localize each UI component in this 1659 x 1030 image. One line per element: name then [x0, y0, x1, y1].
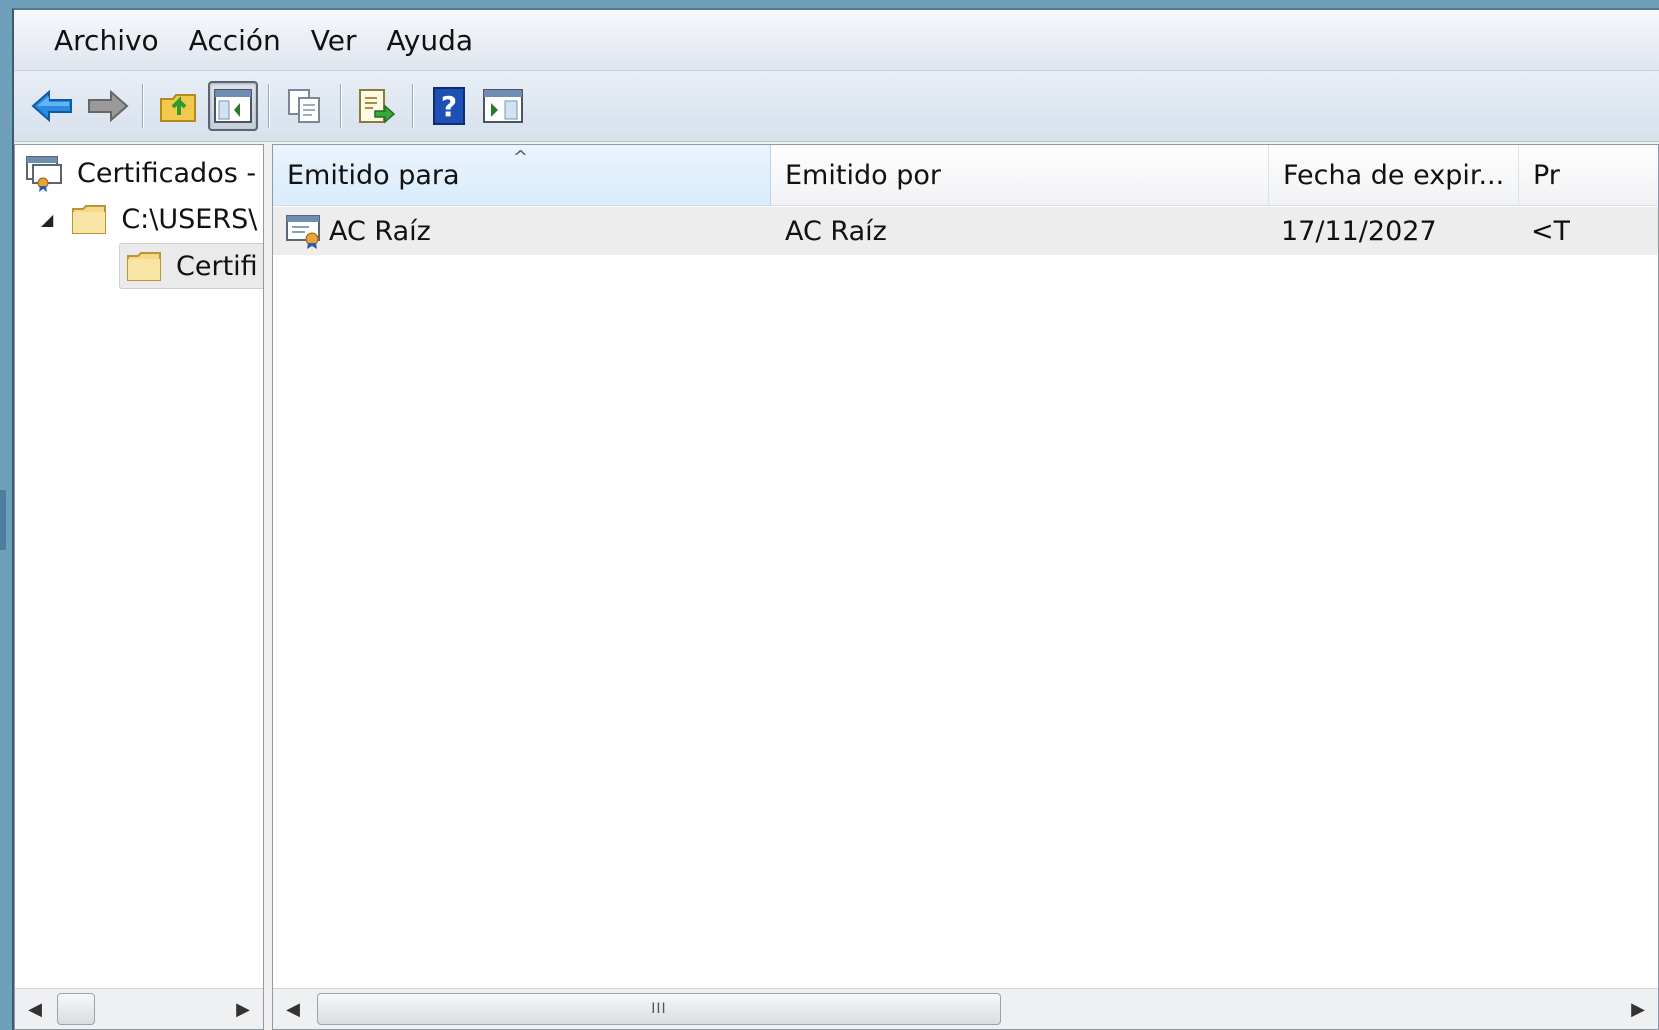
- expand-triangle-icon[interactable]: ◢: [41, 210, 53, 229]
- console-tree-pane: Certificados - ◢ C:\USERS\ Certifi ◀ ▶: [14, 144, 264, 1030]
- tree-item-root[interactable]: Certificados -: [25, 151, 256, 195]
- toolbar-separator: [268, 84, 270, 128]
- table-row[interactable]: AC Raíz AC Raíz 17/11/2027 <T: [273, 207, 1658, 255]
- sort-ascending-icon: ^: [513, 147, 529, 168]
- scroll-thumb[interactable]: III: [317, 993, 1001, 1025]
- scroll-left-arrow[interactable]: ◀: [17, 989, 53, 1029]
- tree-item-certificates-folder[interactable]: Certifi: [119, 243, 263, 289]
- column-header-issued-by[interactable]: Emitido por: [771, 145, 1269, 205]
- tree-horizontal-scrollbar[interactable]: ◀ ▶: [15, 988, 263, 1029]
- back-button[interactable]: [28, 81, 78, 131]
- show-hide-tree-icon: [214, 89, 252, 123]
- svg-text:?: ?: [441, 90, 457, 123]
- certificates-console-icon: [26, 156, 62, 192]
- export-list-icon: [359, 89, 396, 124]
- menu-archivo[interactable]: Archivo: [40, 18, 175, 63]
- column-header-row: ^ Emitido para Emitido por Fecha de expi…: [273, 145, 1658, 206]
- tree-store-label: C:\USERS\: [121, 203, 258, 235]
- column-label: Emitido por: [785, 159, 941, 191]
- show-hide-action-pane-button[interactable]: [478, 81, 528, 131]
- purposes-value: <T: [1531, 215, 1571, 247]
- certificates-console-window: Archivo Acción Ver Ayuda ? Certificados …: [12, 8, 1659, 1030]
- tree-item-store[interactable]: ◢ C:\USERS\: [41, 197, 257, 241]
- column-header-expiration[interactable]: Fecha de expir...: [1269, 145, 1519, 205]
- scroll-right-arrow[interactable]: ▶: [225, 989, 261, 1029]
- show-hide-tree-button[interactable]: [208, 81, 258, 131]
- column-header-purposes[interactable]: Pr: [1519, 145, 1658, 205]
- copy-icon: [288, 89, 320, 123]
- toolbar-separator: [412, 84, 414, 128]
- forward-button[interactable]: [82, 81, 132, 131]
- column-header-issued-to[interactable]: ^ Emitido para: [273, 145, 771, 205]
- expiration-value: 17/11/2027: [1281, 215, 1437, 247]
- scroll-left-arrow[interactable]: ◀: [275, 989, 311, 1029]
- cell-issued-by: AC Raíz: [785, 207, 887, 255]
- scroll-right-arrow[interactable]: ▶: [1620, 989, 1656, 1029]
- toolbar: ?: [14, 71, 1659, 142]
- issued-by-value: AC Raíz: [785, 215, 887, 247]
- show-hide-action-pane-icon: [483, 89, 523, 123]
- tree-root-label: Certificados -: [77, 157, 257, 189]
- column-label: Emitido para: [287, 159, 460, 191]
- scroll-thumb-grip: III: [651, 1001, 667, 1017]
- up-one-level-button[interactable]: [154, 81, 204, 131]
- help-button[interactable]: ?: [424, 81, 474, 131]
- cell-purposes: <T: [1531, 207, 1570, 255]
- folder-icon: [127, 252, 161, 281]
- column-label: Pr: [1533, 159, 1560, 191]
- results-list-pane: ^ Emitido para Emitido por Fecha de expi…: [272, 144, 1659, 1030]
- certificate-icon: [286, 215, 320, 249]
- menu-accion[interactable]: Acción: [175, 18, 297, 63]
- help-icon: ?: [433, 87, 465, 125]
- toolbar-separator: [142, 84, 144, 128]
- cell-expiration: 17/11/2027: [1281, 207, 1437, 255]
- menu-ayuda[interactable]: Ayuda: [373, 18, 490, 63]
- scroll-thumb[interactable]: [57, 993, 95, 1025]
- export-list-button[interactable]: [352, 81, 402, 131]
- toolbar-separator: [340, 84, 342, 128]
- menu-bar: Archivo Acción Ver Ayuda: [14, 10, 1659, 71]
- copy-button[interactable]: [280, 81, 330, 131]
- folder-icon: [72, 205, 107, 234]
- list-horizontal-scrollbar[interactable]: ◀ III ▶: [273, 988, 1658, 1029]
- column-label: Fecha de expir...: [1283, 159, 1505, 191]
- menu-ver[interactable]: Ver: [297, 18, 373, 63]
- desktop-edge: [0, 490, 6, 550]
- forward-arrow-icon: [88, 89, 129, 123]
- up-folder-icon: [160, 94, 196, 122]
- tree-folder-label: Certifi: [176, 250, 258, 282]
- back-arrow-icon: [31, 89, 72, 123]
- cell-issued-to: AC Raíz: [285, 207, 431, 255]
- issued-to-value: AC Raíz: [329, 215, 431, 247]
